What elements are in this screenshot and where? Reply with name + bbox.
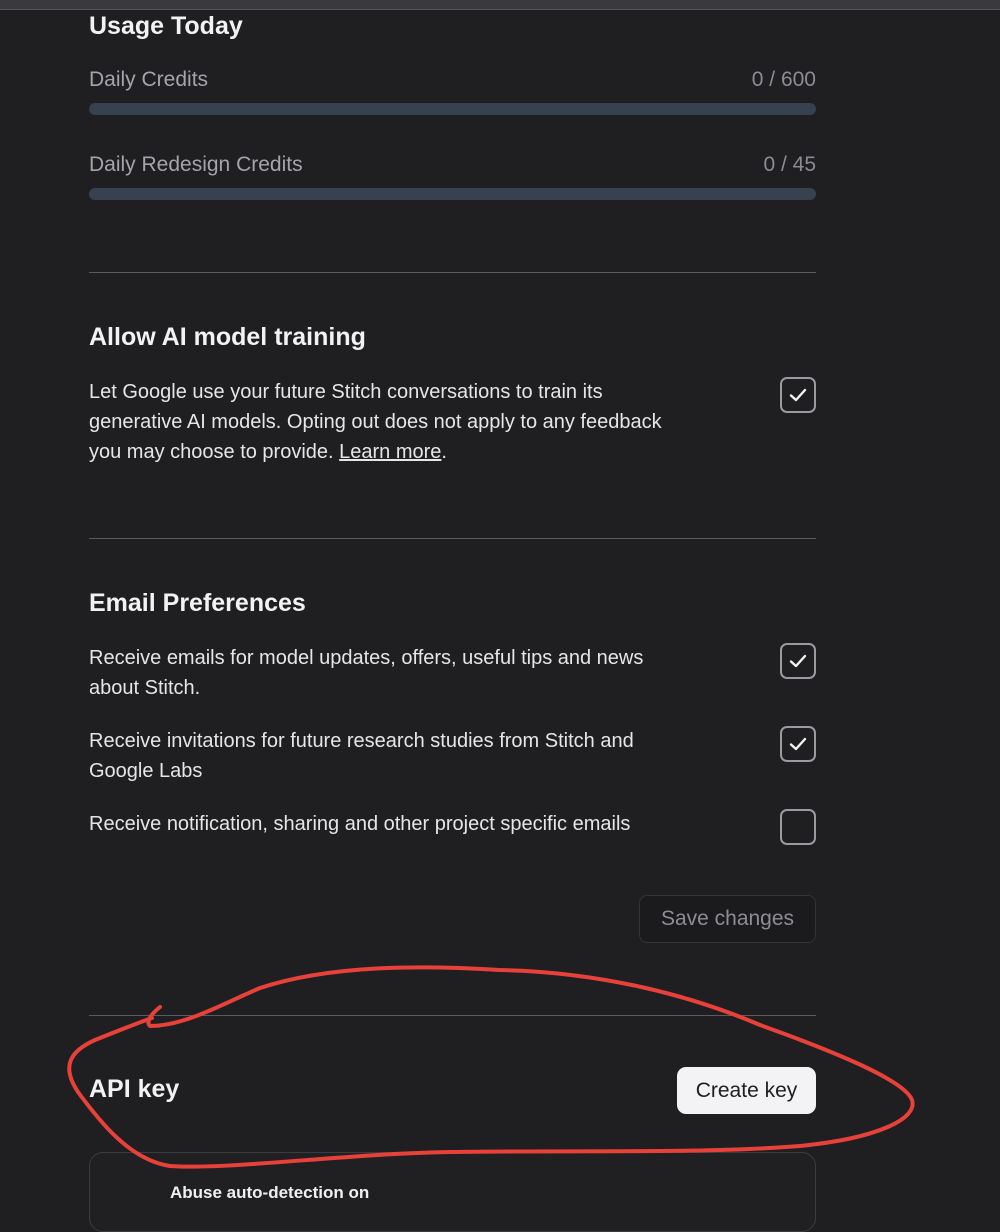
checkmark-icon xyxy=(789,654,807,668)
email-option-text: Receive invitations for future research … xyxy=(89,730,634,752)
training-checkbox[interactable] xyxy=(780,377,816,413)
email-preferences-title: Email Preferences xyxy=(89,589,306,617)
divider xyxy=(89,272,816,273)
email-option-research: Receive invitations for future research … xyxy=(89,726,689,786)
email-option-text: Google Labs xyxy=(89,760,203,782)
usage-title: Usage Today xyxy=(89,12,243,40)
email-research-checkbox[interactable] xyxy=(780,726,816,762)
email-option-text: Receive emails for model updates, offers… xyxy=(89,647,644,669)
learn-more-link[interactable]: Learn more xyxy=(339,441,441,463)
redesign-credits-progress xyxy=(89,188,816,200)
daily-credits-label: Daily Credits xyxy=(89,68,209,91)
checkmark-icon xyxy=(789,388,807,402)
browser-top-edge xyxy=(0,0,1000,10)
email-option-text: about Stitch. xyxy=(89,677,201,699)
divider xyxy=(89,1015,816,1016)
checkmark-icon xyxy=(789,737,807,751)
redesign-credits-label: Daily Redesign Credits xyxy=(89,153,303,176)
training-line-1: Let Google use your future Stitch conver… xyxy=(89,381,603,403)
divider xyxy=(89,538,816,539)
training-line-3-text: you may choose to provide. xyxy=(89,441,340,463)
api-key-title: API key xyxy=(89,1075,180,1103)
create-key-button[interactable]: Create key xyxy=(677,1067,816,1114)
daily-credits-progress xyxy=(89,103,816,115)
abuse-detection-label: Abuse auto-detection on xyxy=(170,1183,370,1202)
email-option-updates: Receive emails for model updates, offers… xyxy=(89,643,689,703)
email-updates-checkbox[interactable] xyxy=(780,643,816,679)
save-changes-button[interactable]: Save changes xyxy=(639,895,816,943)
email-notifications-checkbox[interactable] xyxy=(780,809,816,845)
training-line-3-end: . xyxy=(441,441,447,463)
abuse-detection-card: Abuse auto-detection on xyxy=(89,1152,816,1232)
email-option-notifications: Receive notification, sharing and other … xyxy=(89,809,689,839)
email-option-text: Receive notification, sharing and other … xyxy=(89,813,631,835)
training-line-3: you may choose to provide. Learn more. xyxy=(89,437,689,467)
training-line-2: generative AI models. Opting out does no… xyxy=(89,411,662,433)
daily-credits-value: 0 / 600 xyxy=(751,68,816,91)
training-description: Let Google use your future Stitch conver… xyxy=(89,377,689,467)
training-title: Allow AI model training xyxy=(89,323,366,351)
redesign-credits-value: 0 / 45 xyxy=(763,153,816,176)
